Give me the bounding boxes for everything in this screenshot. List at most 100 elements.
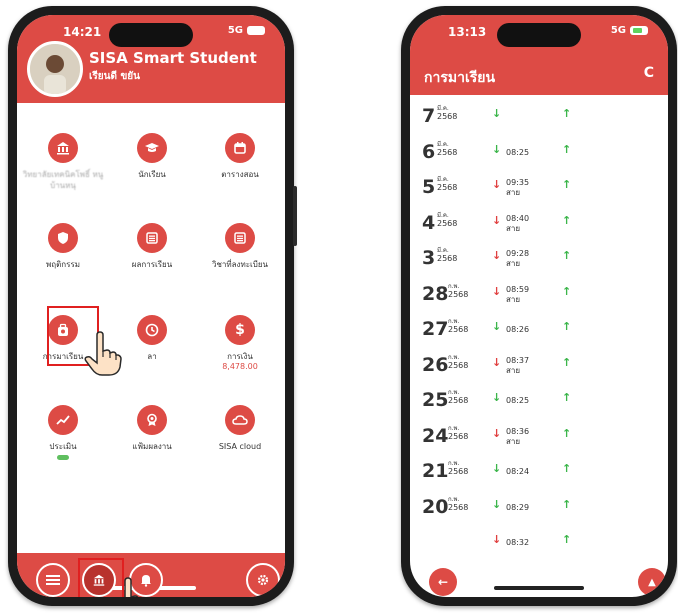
tile-label: การเงิน (227, 352, 253, 361)
tile-behavior[interactable]: พฤติกรรม (18, 223, 108, 270)
check-in-time: 08:25 (506, 396, 529, 406)
check-in-arrow-icon: ↓ (492, 107, 502, 120)
gear-icon (257, 574, 269, 586)
time-value: 08:26 (506, 325, 530, 334)
attendance-row: 24 ก.พ. 2568 ↓ 08:36 สาย ↑ (410, 419, 668, 454)
tile-student[interactable]: นักเรียน (107, 133, 197, 180)
calendar-icon (225, 133, 255, 163)
time-value: 09:35 (506, 178, 530, 187)
check-in-time: 09:35 สาย (506, 178, 529, 198)
status-time: 13:13 (448, 25, 487, 39)
row-month-year: มี.ค. 2568 (437, 141, 457, 157)
late-note: สาย (506, 294, 521, 304)
check-out-arrow-icon: ↑ (562, 320, 572, 333)
row-month-year: ก.พ. 2568 (448, 354, 468, 370)
tile-registered-subjects[interactable]: วิชาที่ลงทะเบียน (195, 223, 285, 270)
dynamic-island (497, 23, 581, 47)
check-in-time: 08:32 (506, 538, 529, 548)
tile-grades[interactable]: ผลการเรียน (107, 223, 197, 270)
cloud-icon (225, 405, 255, 435)
row-day: 4 (422, 211, 436, 234)
tile-school[interactable]: วิทยาลัยเทคนิคโพธิ์ หนูบ้านหนุ (18, 133, 108, 191)
time-value: 08:25 (506, 147, 530, 157)
tile-label: วิชาที่ลงทะเบียน (211, 260, 269, 269)
check-in-time: 08:25 (506, 148, 529, 158)
dollar-icon: $ (225, 315, 255, 345)
check-out-arrow-icon: ↑ (562, 391, 572, 404)
list-icon (225, 223, 255, 253)
check-out-arrow-icon: ↑ (562, 355, 572, 369)
check-in-time: 08:24 (506, 467, 529, 477)
tile-label: ผลการเรียน (131, 260, 173, 269)
row-month-year: ก.พ. 2568 (448, 496, 468, 512)
row-year: 2568 (448, 431, 469, 441)
tile-sisa-cloud[interactable]: SISA cloud (195, 405, 285, 452)
attendance-row: 7 มี.ค. 2568 ↓ ↑ (410, 99, 668, 134)
row-month-year: มี.ค. 2568 (437, 247, 457, 263)
row-day: 28 (422, 282, 449, 305)
row-year: 2568 (437, 147, 458, 157)
check-in-arrow-icon: ↓ (492, 391, 502, 404)
attendance-row: 25 ก.พ. 2568 ↓ 08:25 ↑ (410, 383, 668, 418)
row-day: 3 (422, 247, 436, 269)
tile-label: ตารางสอน (221, 170, 259, 179)
row-month-year: ก.พ. 2568 (448, 283, 468, 299)
attendance-row: 6 มี.ค. 2568 ↓ 08:25 ↑ (410, 135, 668, 170)
list-icon (137, 223, 167, 253)
right-phone: 13:13 5G การมาเรียน C 7 มี.ค. 2568 ↓ ↑ 6 มี.ค.… (401, 6, 677, 606)
left-phone: 14:21 5G SISA Smart Student เรียนดี ขยัน… (8, 6, 297, 606)
check-in-arrow-icon: ↓ (492, 213, 502, 227)
graduation-cap-icon (137, 133, 167, 163)
row-year: 2568 (437, 218, 458, 228)
row-day: 5 (422, 176, 436, 198)
attendance-row: 27 ก.พ. 2568 ↓ 08:26 ↑ (410, 312, 668, 347)
time-value: 08:59 (506, 284, 530, 294)
row-year: 2568 (448, 360, 469, 370)
tile-finance[interactable]: $ การเงิน 8,478.00 (195, 315, 285, 371)
tile-label: ประเมิน (49, 442, 77, 451)
refresh-icon[interactable]: C (644, 65, 654, 81)
row-month-year: มี.ค. 2568 (437, 105, 457, 121)
right-screen: 13:13 5G การมาเรียน C 7 มี.ค. 2568 ↓ ↑ 6 มี.ค.… (410, 15, 668, 597)
scroll-top-button[interactable]: ▲ (638, 568, 666, 596)
time-value: 08:24 (506, 467, 530, 476)
tile-evaluation[interactable]: ประเมิน (18, 405, 108, 460)
user-name: เรียนดี ขยัน (89, 71, 140, 82)
row-year: 2568 (448, 325, 469, 334)
tile-timetable[interactable]: ตารางสอน (195, 133, 285, 180)
check-in-arrow-icon: ↓ (492, 497, 502, 511)
menu-button[interactable] (36, 563, 70, 597)
tap-hand-icon (83, 331, 123, 381)
attendance-row: ↓ 08:32 ↑ (410, 525, 668, 560)
check-in-arrow-icon: ↓ (492, 284, 502, 298)
row-year: 2568 (448, 396, 469, 405)
check-out-arrow-icon: ↑ (562, 107, 572, 120)
row-day: 27 (422, 318, 449, 340)
avatar[interactable] (27, 41, 83, 97)
row-day: 26 (422, 353, 449, 376)
late-note: สาย (506, 188, 521, 197)
time-value: 08:29 (506, 502, 530, 512)
status-time: 14:21 (63, 25, 102, 39)
attendance-row: 5 มี.ค. 2568 ↓ 09:35 สาย ↑ (410, 170, 668, 205)
row-year: 2568 (437, 183, 458, 192)
tile-portfolio[interactable]: แฟ้มผลงาน (107, 405, 197, 452)
clock-icon (137, 315, 167, 345)
attendance-row: 3 มี.ค. 2568 ↓ 09:28 สาย ↑ (410, 241, 668, 276)
battery-icon (247, 26, 265, 35)
back-button[interactable]: ← (429, 568, 457, 596)
attendance-row: 28 ก.พ. 2568 ↓ 08:59 สาย ↑ (410, 277, 668, 312)
row-day: 24 (422, 424, 449, 447)
attendance-row: 4 มี.ค. 2568 ↓ 08:40 สาย ↑ (410, 206, 668, 241)
row-year: 2568 (437, 112, 458, 121)
row-year: 2568 (448, 289, 469, 299)
check-out-arrow-icon: ↑ (562, 497, 572, 511)
dynamic-island (109, 23, 193, 47)
status-indicators: 5G (228, 25, 265, 36)
status-indicators: 5G (611, 25, 648, 36)
app-title: SISA Smart Student (89, 49, 257, 67)
check-in-time: 08:29 (506, 503, 529, 513)
check-in-time: 08:37 สาย (506, 356, 529, 376)
settings-button[interactable] (246, 563, 280, 597)
check-in-arrow-icon: ↓ (492, 320, 502, 333)
